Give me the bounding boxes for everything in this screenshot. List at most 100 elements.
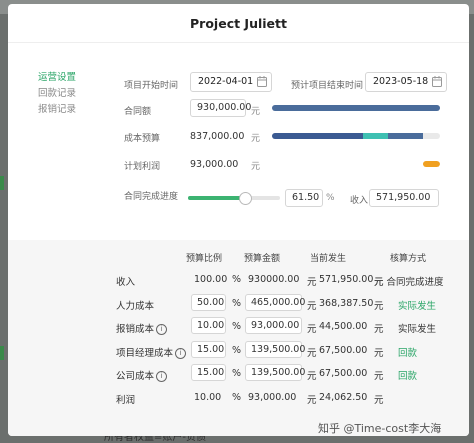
cost-budget-bar bbox=[272, 133, 440, 139]
row-label-text: 人力成本 bbox=[116, 301, 155, 312]
sidebar-item-operation-settings[interactable]: 运营设置 bbox=[38, 70, 98, 86]
row-label: 报销成本 i bbox=[116, 321, 168, 335]
calc-method: 实际发生 bbox=[398, 324, 437, 335]
calendar-icon[interactable] bbox=[257, 76, 267, 87]
row-label: 人力成本 bbox=[116, 298, 154, 312]
current-value: 67,500.00 bbox=[319, 345, 368, 356]
planned-profit-value: 93,000.00 bbox=[190, 159, 239, 170]
col-header-budget: 预算金额 bbox=[244, 254, 281, 264]
budget-unit: 元 bbox=[307, 371, 317, 382]
contract-bar-fill bbox=[272, 105, 440, 111]
budget-unit: 元 bbox=[307, 301, 317, 312]
modal-sidebar: 运营设置 回款记录 报销记录 bbox=[38, 70, 98, 118]
calc-method[interactable]: 实际发生 bbox=[398, 298, 436, 312]
contract-amount-label: 合同额 bbox=[124, 107, 152, 117]
contract-amount-bar bbox=[272, 105, 440, 111]
row-label: 利润 bbox=[116, 392, 135, 406]
background-marker bbox=[0, 346, 4, 360]
budget-unit: 元 bbox=[307, 348, 317, 359]
ratio-input[interactable]: 50.00 bbox=[191, 294, 226, 311]
current-unit: 元 bbox=[374, 395, 384, 406]
ratio-input[interactable]: 15.00 bbox=[191, 341, 226, 358]
budget-unit: 元 bbox=[307, 324, 317, 335]
ratio-unit: % bbox=[232, 298, 242, 309]
budget-unit: 元 bbox=[307, 395, 317, 406]
row-label: 项目经理成本 i bbox=[116, 345, 187, 359]
ratio-value: 100.00 bbox=[194, 274, 228, 285]
budget-value: 930000.00 bbox=[248, 274, 300, 285]
current-value: 571,950.00 bbox=[319, 274, 374, 285]
row-label: 公司成本 i bbox=[116, 368, 168, 382]
watermark-text: 知乎 @Time-cost李大海 bbox=[318, 422, 442, 435]
planned-profit-label: 计划利润 bbox=[124, 162, 161, 172]
contract-amount-input[interactable]: 930,000.00 bbox=[190, 99, 251, 117]
cost-bar-segment bbox=[387, 133, 424, 139]
cost-budget-value: 837,000.00 bbox=[190, 131, 245, 142]
current-unit: 元 bbox=[374, 301, 384, 312]
profit-bar-fill bbox=[423, 161, 440, 167]
row-label-text: 收入 bbox=[116, 277, 136, 288]
ratio-value: 10.00 bbox=[194, 392, 222, 403]
income-label: 收入 bbox=[350, 196, 369, 206]
budget-input[interactable]: 139,500.00 bbox=[245, 364, 305, 381]
current-unit: 元 bbox=[374, 348, 384, 359]
row-label-text: 项目经理成本 bbox=[116, 348, 174, 359]
ratio-unit: % bbox=[232, 321, 242, 332]
info-icon[interactable]: i bbox=[156, 371, 168, 382]
cost-bar-segment bbox=[272, 133, 363, 139]
budget-table-section bbox=[8, 240, 469, 436]
budget-unit: 元 bbox=[307, 277, 317, 288]
progress-slider-fill bbox=[188, 196, 245, 200]
current-value: 368,387.50 bbox=[319, 298, 374, 309]
current-value: 67,500.00 bbox=[319, 368, 368, 379]
col-header-method: 核算方式 bbox=[390, 254, 427, 264]
budget-input[interactable]: 93,000.00 bbox=[245, 317, 302, 334]
cost-budget-unit: 元 bbox=[251, 134, 261, 144]
cost-budget-label: 成本预算 bbox=[124, 134, 161, 144]
ratio-unit: % bbox=[232, 345, 242, 356]
modal-header: Project Juliett bbox=[8, 4, 469, 43]
info-icon[interactable]: i bbox=[156, 324, 168, 335]
current-value: 24,062.50 bbox=[319, 392, 368, 403]
planned-profit-unit: 元 bbox=[251, 162, 261, 172]
planned-profit-bar bbox=[272, 161, 440, 167]
project-settings-modal: Project Juliett 运营设置 回款记录 报销记录 项目开始时间 20… bbox=[8, 4, 469, 436]
col-header-ratio: 预算比例 bbox=[186, 254, 223, 264]
calc-method[interactable]: 回款 bbox=[398, 368, 417, 382]
calendar-icon[interactable] bbox=[432, 76, 442, 87]
row-label-text: 利润 bbox=[116, 395, 136, 406]
row-label-text: 公司成本 bbox=[116, 371, 155, 382]
cost-bar-segment bbox=[362, 133, 388, 139]
ratio-unit: % bbox=[232, 274, 242, 285]
modal-title: Project Juliett bbox=[190, 15, 287, 31]
sidebar-item-expense-records[interactable]: 报销记录 bbox=[38, 102, 98, 118]
calc-method[interactable]: 回款 bbox=[398, 345, 417, 359]
start-date-value: 2022-04-01 bbox=[198, 76, 254, 87]
end-date-value: 2023-05-18 bbox=[373, 76, 429, 87]
row-label-text: 报销成本 bbox=[116, 324, 155, 335]
income-input[interactable]: 571,950.00 bbox=[369, 189, 439, 207]
progress-input[interactable]: 61.50 bbox=[285, 189, 323, 207]
ratio-input[interactable]: 15.00 bbox=[191, 364, 226, 381]
row-label: 收入 bbox=[116, 274, 135, 288]
ratio-input[interactable]: 10.00 bbox=[191, 317, 226, 334]
sidebar-item-payment-records[interactable]: 回款记录 bbox=[38, 86, 98, 102]
progress-slider-handle[interactable] bbox=[238, 192, 252, 205]
current-unit: 元 bbox=[374, 371, 384, 382]
progress-unit: % bbox=[326, 193, 335, 203]
current-unit: 元 bbox=[374, 324, 384, 335]
background-marker bbox=[0, 176, 4, 190]
progress-label: 合同完成进度 bbox=[124, 192, 179, 202]
info-icon[interactable]: i bbox=[175, 348, 187, 359]
start-date-input[interactable]: 2022-04-01 bbox=[190, 72, 272, 92]
budget-value: 93,000.00 bbox=[248, 392, 297, 403]
end-date-label: 预计项目结束时间 bbox=[291, 81, 364, 91]
current-value: 44,500.00 bbox=[319, 321, 368, 332]
budget-input[interactable]: 139,500.00 bbox=[245, 341, 305, 358]
start-date-label: 项目开始时间 bbox=[124, 81, 179, 91]
contract-unit: 元 bbox=[251, 107, 261, 117]
budget-input[interactable]: 465,000.00 bbox=[245, 294, 305, 311]
end-date-input[interactable]: 2023-05-18 bbox=[365, 72, 447, 92]
calc-method: 元 合同完成进度 bbox=[374, 277, 444, 288]
col-header-current: 当前发生 bbox=[310, 254, 347, 264]
